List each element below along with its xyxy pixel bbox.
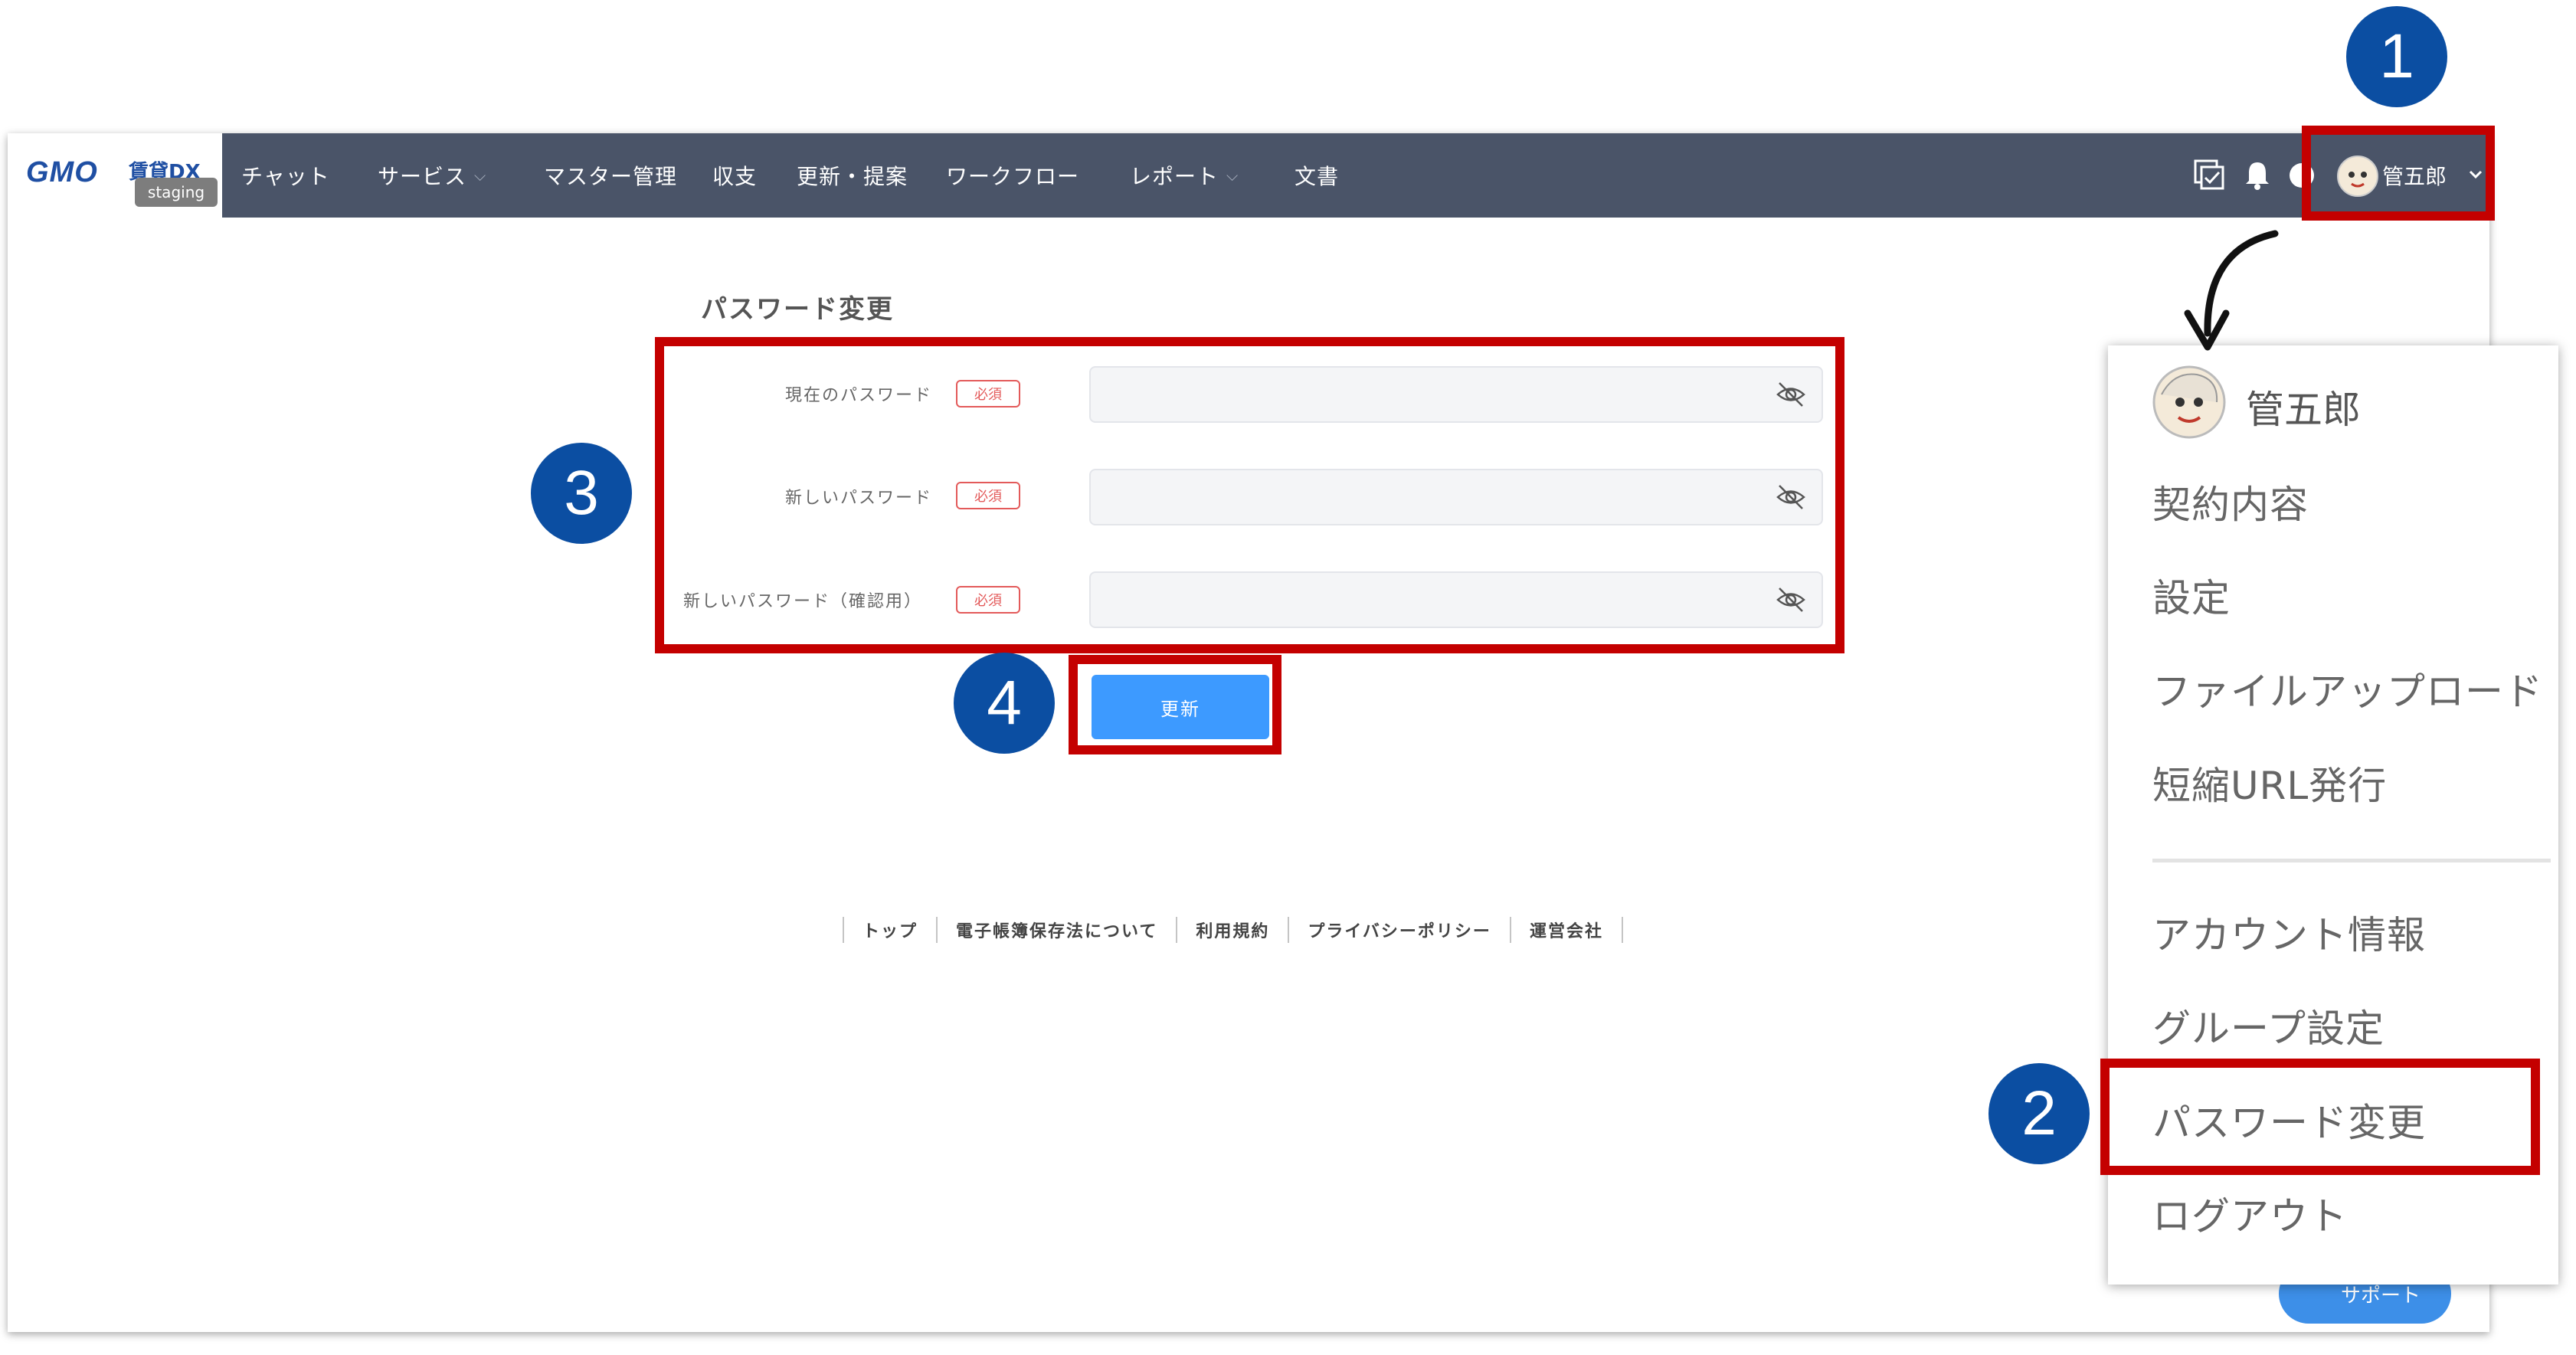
menu-divider: [2152, 859, 2551, 862]
arrow-annotation: [2184, 230, 2279, 351]
footer-link-company[interactable]: 運営会社: [1511, 918, 1622, 942]
menu-item-account-info[interactable]: アカウント情報: [2152, 905, 2426, 960]
nav-label: チャット: [241, 164, 330, 189]
footer-divider: [1621, 917, 1623, 943]
nav-label: レポート: [1130, 164, 1219, 189]
nav-income[interactable]: 収支: [712, 133, 757, 218]
menu-item-short-url[interactable]: 短縮URL発行: [2152, 755, 2387, 810]
nav-master[interactable]: マスター管理: [544, 133, 677, 218]
page-title: パスワード変更: [701, 294, 894, 325]
step-2-marker: 2: [1988, 1063, 2090, 1164]
highlight-user-menu: [2302, 126, 2495, 221]
nav-documents[interactable]: 文書: [1295, 133, 1339, 218]
nav-label: 収支: [712, 164, 758, 189]
dropdown-username: 管五郎: [2246, 388, 2361, 432]
nav-renewal[interactable]: 更新・提案: [797, 133, 908, 218]
nav-label: 文書: [1295, 164, 1340, 189]
chevron-down-icon: ⌵: [1226, 166, 1239, 185]
menu-item-group-settings[interactable]: グループ設定: [2152, 998, 2385, 1053]
highlight-password-change-item: [2100, 1059, 2540, 1175]
footer-link-terms[interactable]: 利用規約: [1177, 918, 1288, 942]
bell-icon[interactable]: [2238, 156, 2277, 195]
avatar: [2152, 365, 2226, 439]
step-1-marker: 1: [2346, 6, 2447, 107]
nav-chat[interactable]: チャット: [241, 133, 330, 218]
logo-brand: GMO: [26, 156, 98, 188]
footer-link-e-book-law[interactable]: 電子帳簿保存法について: [938, 918, 1176, 942]
nav-label: マスター管理: [544, 164, 678, 189]
nav-label: サービス: [378, 164, 467, 189]
top-navbar: GMO 賃貸DX staging チャット サービス ⌵ マスター管理 収支 更…: [8, 133, 2489, 218]
step-4-marker: 4: [954, 653, 1055, 754]
step-3-marker: 3: [531, 443, 632, 544]
menu-item-logout[interactable]: ログアウト: [2152, 1186, 2348, 1241]
chevron-down-icon: ⌵: [474, 166, 487, 185]
environment-badge: staging: [135, 178, 218, 207]
footer-link-top[interactable]: トップ: [844, 918, 936, 942]
task-check-icon[interactable]: [2191, 156, 2229, 195]
nav-service[interactable]: サービス ⌵: [378, 133, 486, 218]
footer-links: トップ 電子帳簿保存法について 利用規約 プライバシーポリシー 運営会社: [843, 915, 1623, 945]
footer-link-privacy[interactable]: プライバシーポリシー: [1289, 918, 1510, 942]
nav-workflow[interactable]: ワークフロー: [946, 133, 1079, 218]
menu-item-contract[interactable]: 契約内容: [2152, 474, 2309, 529]
nav-label: ワークフロー: [946, 164, 1080, 189]
logo[interactable]: GMO 賃貸DX staging: [8, 133, 222, 218]
highlight-password-fields: [655, 337, 1844, 653]
highlight-update-button: [1069, 655, 1281, 754]
menu-item-settings[interactable]: 設定: [2152, 568, 2231, 623]
nav-label: 更新・提案: [797, 164, 908, 189]
nav-report[interactable]: レポート ⌵: [1130, 133, 1239, 218]
menu-item-file-upload[interactable]: ファイルアップロード: [2152, 661, 2543, 716]
